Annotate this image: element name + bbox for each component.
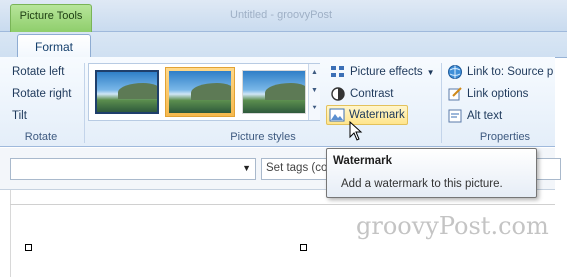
group-properties: Link to: Source p Link options Alt text … [443, 57, 567, 147]
app-window: Picture Tools Untitled - groovyPost Form… [0, 0, 567, 277]
landscape-image [242, 70, 306, 114]
dropdown-arrow-icon[interactable]: ▼ [242, 163, 251, 173]
globe-icon [447, 64, 463, 80]
picture-style-gallery: ▲ ▼ ⯆ [88, 63, 320, 121]
tooltip-title: Watermark [333, 155, 393, 167]
mouse-cursor-icon [349, 121, 363, 141]
link-options-icon [447, 86, 463, 102]
tilt-label: Tilt [12, 110, 27, 122]
resize-handle[interactable] [25, 244, 32, 251]
contrast-label: Contrast [350, 88, 394, 100]
page-rule [10, 204, 555, 205]
landscape-image [95, 70, 159, 114]
group-separator [441, 63, 442, 143]
watermark-text: groovyPost.com [356, 212, 549, 240]
picture-effects-label: Picture effects [350, 66, 423, 78]
watermark-button[interactable]: Watermark [326, 105, 408, 125]
title-bar: Picture Tools Untitled - groovyPost [0, 0, 567, 32]
picture-style-thumbnail[interactable] [239, 67, 309, 117]
gallery-scrollbar[interactable]: ▲ ▼ ⯆ [308, 64, 320, 120]
gallery-scroll-up-icon[interactable]: ▲ [309, 64, 320, 82]
ribbon-tab-row: Format [0, 32, 567, 59]
gallery-more-icon[interactable]: ⯆ [309, 100, 320, 118]
landscape-image [169, 71, 231, 113]
group-label-properties: Properties [479, 131, 531, 143]
tilt-button[interactable]: Tilt [10, 106, 29, 126]
group-separator [84, 63, 85, 143]
group-label-picture-styles: Picture styles [230, 131, 296, 143]
watermark-icon [329, 107, 345, 123]
picture-effects-button[interactable]: Picture effects ▼ [328, 62, 437, 82]
dropdown-combo[interactable]: ▼ [10, 158, 256, 180]
rotate-right-button[interactable]: Rotate right [10, 84, 73, 104]
group-label-rotate: Rotate [24, 131, 58, 143]
dropdown-arrow-icon: ▼ [426, 67, 435, 77]
watermark-tooltip: Watermark Add a watermark to this pictur… [326, 148, 537, 198]
tooltip-body: Add a watermark to this picture. [341, 178, 503, 190]
contrast-button[interactable]: Contrast [328, 84, 395, 104]
ribbon: Rotate left Rotate right Tilt Rotate Pic… [0, 57, 555, 147]
window-title-faint: Untitled - groovyPost [230, 9, 333, 21]
picture-tools-context-tab[interactable]: Picture Tools [10, 4, 92, 32]
contrast-icon [330, 86, 346, 102]
rotate-left-button[interactable]: Rotate left [10, 62, 66, 82]
watermark-label: Watermark [349, 109, 405, 121]
picture-style-thumbnail-selected[interactable] [165, 67, 235, 117]
alt-text-icon [447, 108, 463, 124]
group-rotate: Rotate left Rotate right Tilt Rotate [0, 57, 82, 147]
rotate-left-label: Rotate left [12, 66, 65, 78]
link-to-button[interactable]: Link to: Source p [445, 62, 555, 82]
tab-format[interactable]: Format [17, 34, 91, 59]
alt-text-button[interactable]: Alt text [445, 106, 504, 126]
link-to-label: Link to: Source p [467, 66, 554, 78]
link-options-button[interactable]: Link options [445, 84, 530, 104]
resize-handle[interactable] [300, 244, 307, 251]
gallery-scroll-down-icon[interactable]: ▼ [309, 82, 320, 100]
alt-text-label: Alt text [467, 110, 503, 122]
picture-effects-icon [330, 64, 346, 80]
picture-style-thumbnail[interactable] [92, 67, 162, 117]
link-options-label: Link options [467, 88, 529, 100]
rotate-right-label: Rotate right [12, 88, 72, 100]
